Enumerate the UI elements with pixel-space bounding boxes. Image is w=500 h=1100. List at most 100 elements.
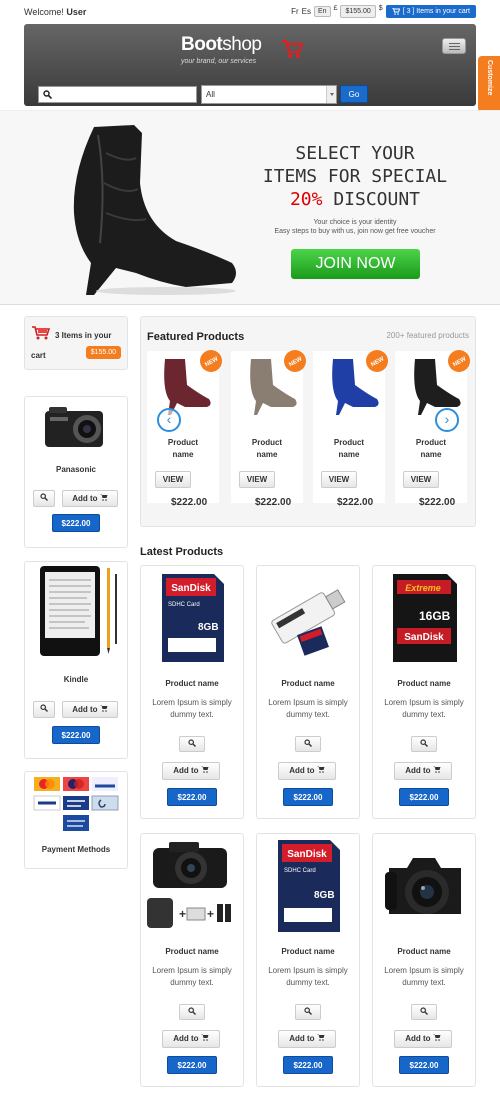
join-now-button[interactable]: JOIN NOW — [291, 249, 420, 279]
latest-product-card[interactable]: SanDisk SDHC Card 8GB Product name Lorem… — [256, 833, 360, 1087]
extreme-label: Extreme — [405, 583, 441, 593]
latest-product-name: Product name — [281, 679, 335, 688]
view-button[interactable]: VIEW — [239, 471, 275, 488]
cart-icon — [200, 1034, 209, 1041]
sd-card-type-label: SDHC Card — [284, 868, 316, 874]
add-to-cart-button[interactable]: Add to — [394, 762, 452, 780]
customize-tab[interactable]: Customize — [478, 56, 500, 112]
add-to-cart-button[interactable]: Add to — [162, 1030, 220, 1048]
logo-shop: shop — [222, 34, 262, 55]
latest-product-card[interactable]: Extreme 16GB SanDisk Product name Lorem … — [372, 565, 476, 819]
logo-cart-icon — [282, 39, 303, 58]
category-select[interactable]: All — [201, 85, 337, 104]
go-button[interactable]: Go — [340, 85, 368, 103]
view-button[interactable]: VIEW — [321, 471, 357, 488]
add-to-cart-button[interactable]: Add to — [62, 490, 118, 507]
cart-top-button[interactable]: [ 3 ] Items in your cart — [385, 5, 476, 18]
cart-icon — [99, 494, 108, 501]
zoom-icon — [304, 1007, 312, 1015]
user-name[interactable]: User — [66, 7, 86, 17]
zoom-button[interactable] — [295, 1004, 321, 1020]
add-to-cart-button[interactable]: Add to — [278, 1030, 336, 1048]
currency-pound-link[interactable]: £ — [334, 5, 338, 12]
add-to-cart-button[interactable]: Add to — [278, 762, 336, 780]
featured-product-card[interactable]: NEW Product name VIEW $222.00 — [313, 350, 388, 508]
chevron-right-icon: › — [444, 411, 450, 427]
currency-price-button[interactable]: $155.00 — [340, 5, 376, 18]
featured-products-panel: Featured Products 200+ featured products… — [140, 316, 476, 527]
sidebar-product-price[interactable]: $222.00 — [52, 514, 100, 532]
sidebar-cart-word: cart — [31, 351, 46, 360]
latest-product-price[interactable]: $222.00 — [283, 788, 333, 806]
sd-card-type-label: SDHC Card — [168, 602, 200, 608]
welcome-text: Welcome! User — [24, 7, 86, 17]
latest-products-title: Latest Products — [140, 546, 224, 558]
add-to-cart-button[interactable]: Add to — [394, 1030, 452, 1048]
latest-product-card[interactable]: Product name Lorem Ipsum is simply dummy… — [256, 565, 360, 819]
featured-product-name-line1: Product — [415, 438, 447, 447]
featured-product-card[interactable]: NEW Product name VIEW $222.00 — [147, 350, 222, 508]
latest-product-card[interactable]: Product name Lorem Ipsum is simply dummy… — [372, 833, 476, 1087]
lang-fr-link[interactable]: Fr — [291, 7, 299, 16]
carousel-prev-button[interactable]: ‹ — [157, 408, 181, 432]
menu-toggle-button[interactable] — [442, 38, 466, 54]
featured-product-name: Product name — [395, 437, 467, 461]
zoom-button[interactable] — [411, 736, 437, 752]
site-header: Bootshop your brand, our services All Go — [24, 24, 476, 106]
hero-discount-text: DISCOUNT — [322, 189, 421, 210]
zoom-button[interactable] — [33, 701, 55, 718]
add-to-label: Add to — [72, 705, 98, 714]
latest-product-price[interactable]: $222.00 — [167, 1056, 217, 1074]
zoom-button[interactable] — [411, 1004, 437, 1020]
zoom-button[interactable] — [33, 490, 55, 507]
hero-headline-3: 20% DISCOUNT — [235, 189, 475, 210]
featured-product-card[interactable]: NEW Product name VIEW $222.00 — [231, 350, 306, 508]
sidebar-cart[interactable]: 3 Items in your cart $155.00 — [24, 316, 128, 370]
latest-product-price[interactable]: $222.00 — [399, 1056, 449, 1074]
new-badge-icon: NEW — [366, 350, 388, 372]
lang-en-button[interactable]: En — [314, 6, 331, 17]
carousel-next-button[interactable]: › — [435, 408, 459, 432]
zoom-button[interactable] — [295, 736, 321, 752]
hero-subtext-2: Easy steps to buy with us, join now get … — [274, 228, 436, 235]
logo-text: Bootshop — [181, 34, 262, 56]
latest-product-price[interactable]: $222.00 — [399, 788, 449, 806]
view-button[interactable]: VIEW — [155, 471, 191, 488]
card-reader-image — [271, 589, 346, 656]
cart-icon — [316, 766, 325, 773]
latest-product-card[interactable]: + + Product name Lorem Ipsum is simply d… — [140, 833, 244, 1087]
zoom-button[interactable] — [179, 1004, 205, 1020]
top-bar: Welcome! User Fr Es En £ $155.00 $ [ 3 ]… — [0, 0, 500, 22]
add-to-label: Add to — [289, 766, 315, 775]
sidebar-product-panasonic: Panasonic Add to $222.00 — [24, 396, 128, 548]
featured-product-price: $222.00 — [419, 497, 456, 508]
cart-icon — [432, 766, 441, 773]
logo[interactable]: Bootshop your brand, our services — [181, 34, 321, 74]
cart-icon — [32, 326, 51, 340]
zoom-icon — [40, 704, 48, 712]
featured-product-name: Product name — [147, 437, 219, 461]
sidebar-product-kindle: Kindle Add to $222.00 — [24, 561, 128, 759]
featured-product-name-line2: name — [172, 450, 194, 459]
latest-product-price[interactable]: $222.00 — [167, 788, 217, 806]
hero-headline-1: SELECT YOUR — [295, 143, 415, 164]
add-to-cart-button[interactable]: Add to — [162, 762, 220, 780]
zoom-button[interactable] — [179, 736, 205, 752]
latest-product-desc: Lorem Ipsum is simply dummy text. — [268, 698, 348, 719]
zoom-icon — [304, 739, 312, 747]
currency-dollar-link[interactable]: $ — [379, 5, 383, 12]
payment-cards-image — [33, 777, 119, 831]
view-button[interactable]: VIEW — [403, 471, 439, 488]
search-input[interactable] — [38, 86, 197, 103]
sidebar-product-price[interactable]: $222.00 — [52, 726, 100, 744]
add-to-label: Add to — [72, 494, 98, 503]
latest-product-price[interactable]: $222.00 — [283, 1056, 333, 1074]
featured-product-name-line2: name — [420, 450, 442, 459]
lang-es-link[interactable]: Es — [302, 7, 311, 16]
sd-card-extreme-image: Extreme 16GB SanDisk — [393, 574, 457, 662]
chevron-left-icon: ‹ — [166, 411, 172, 427]
chevron-down-icon — [326, 86, 336, 103]
latest-product-card[interactable]: SanDisk SDHC Card 8GB Product name Lorem… — [140, 565, 244, 819]
sidebar-product-name: Panasonic — [55, 465, 96, 474]
add-to-cart-button[interactable]: Add to — [62, 701, 118, 718]
